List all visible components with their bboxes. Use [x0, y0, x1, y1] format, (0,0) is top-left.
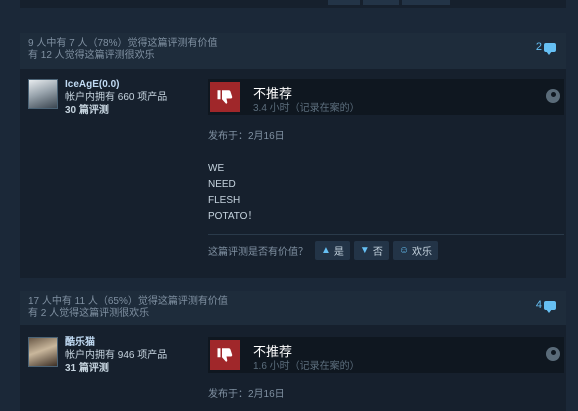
thumbs-down-icon: ▼ — [359, 244, 370, 256]
avatar[interactable] — [28, 79, 58, 109]
helpful-summary: 9 人中有 7 人（78%）觉得这篇评测有价值 有 12 人觉得这篇评测很欢乐 — [28, 38, 217, 62]
previous-vote-button[interactable] — [402, 0, 450, 5]
review-header: 9 人中有 7 人（78%）觉得这篇评测有价值 有 12 人觉得这篇评测很欢乐 … — [20, 33, 566, 69]
author-products[interactable]: 帐户内拥有 660 项产品 — [65, 91, 167, 104]
funny-count-text: 有 12 人觉得这篇评测很欢乐 — [28, 50, 155, 61]
vote-funny-button[interactable]: ☺ 欢乐 — [392, 240, 439, 260]
review-body: WE NEED FLESH POTATO！ — [208, 161, 257, 225]
verdict-bar[interactable]: 不推荐 1.6 小时（记录在案的） — [208, 337, 564, 373]
author-reviews[interactable]: 30 篇评测 — [65, 104, 167, 117]
helpful-count-text: 9 人中有 7 人（78%）觉得这篇评测有价值 — [28, 38, 218, 49]
smile-icon: ☺ — [398, 244, 410, 256]
author-products[interactable]: 帐户内拥有 946 项产品 — [65, 349, 167, 362]
comment-count: 4 — [535, 299, 542, 311]
review-text-line: NEED — [208, 179, 236, 190]
author-reviews[interactable]: 31 篇评测 — [65, 362, 167, 375]
review-card: 17 人中有 11 人（65%）觉得这篇评测有价值 有 2 人觉得这篇评测很欢乐… — [20, 291, 566, 411]
avatar[interactable] — [28, 337, 58, 367]
review-main: 不推荐 3.4 小时（记录在案的） 发布于：2月16日 WE NEED FLES… — [208, 79, 564, 269]
steam-icon — [546, 89, 560, 103]
review-text-line: WE — [208, 163, 225, 174]
vote-row: 这篇评测是否有价值？ ▲ 是 ▼ 否 ☺ 欢乐 — [208, 240, 442, 260]
vote-yes-button[interactable]: ▲ 是 — [315, 240, 350, 260]
vote-yes-label: 是 — [333, 246, 344, 258]
funny-count-text: 有 2 人觉得这篇评测很欢乐 — [28, 308, 150, 319]
thumbs-down-icon — [210, 340, 240, 370]
review-card: 9 人中有 7 人（78%）觉得这篇评测有价值 有 12 人觉得这篇评测很欢乐 … — [20, 33, 566, 278]
playtime-hours: 3.4 小时（记录在案的） — [253, 103, 360, 114]
comment-bubble-icon — [544, 300, 556, 313]
verdict-bar[interactable]: 不推荐 3.4 小时（记录在案的） — [208, 79, 564, 115]
vote-no-button[interactable]: ▼ 否 — [353, 240, 389, 260]
vote-no-label: 否 — [372, 246, 383, 258]
posted-date: 发布于：2月16日 — [208, 131, 285, 142]
helpful-count-text: 17 人中有 11 人（65%）觉得这篇评测有价值 — [28, 296, 228, 307]
author-info: 酷乐猫 帐户内拥有 946 项产品 31 篇评测 — [65, 336, 167, 375]
comment-count-link[interactable]: 2 — [535, 41, 556, 55]
author-info: IceAgE(0.0) 帐户内拥有 660 项产品 30 篇评测 — [65, 78, 167, 117]
divider — [208, 234, 564, 235]
previous-vote-button[interactable] — [363, 0, 399, 5]
author-name[interactable]: IceAgE(0.0) — [65, 78, 167, 91]
thumbs-up-icon: ▲ — [321, 244, 331, 256]
vote-question: 这篇评测是否有价值？ — [208, 246, 308, 258]
comment-count: 2 — [535, 41, 542, 53]
previous-vote-button[interactable] — [328, 0, 360, 5]
vote-funny-label: 欢乐 — [412, 246, 433, 258]
review-text-line: POTATO！ — [208, 211, 258, 222]
thumbs-down-icon — [210, 82, 240, 112]
comment-count-link[interactable]: 4 — [535, 299, 556, 313]
helpful-summary: 17 人中有 11 人（65%）觉得这篇评测有价值 有 2 人觉得这篇评测很欢乐 — [28, 296, 228, 320]
review-text-line: FLESH — [208, 195, 241, 206]
previous-review-partial — [20, 0, 566, 8]
posted-date: 发布于：2月16日 — [208, 389, 285, 400]
review-main: 不推荐 1.6 小时（记录在案的） 发布于：2月16日 — [208, 337, 564, 407]
playtime-hours: 1.6 小时（记录在案的） — [253, 361, 360, 372]
steam-icon — [546, 347, 560, 361]
comment-bubble-icon — [544, 42, 556, 55]
review-header: 17 人中有 11 人（65%）觉得这篇评测有价值 有 2 人觉得这篇评测很欢乐… — [20, 291, 566, 325]
author-name[interactable]: 酷乐猫 — [65, 336, 167, 349]
